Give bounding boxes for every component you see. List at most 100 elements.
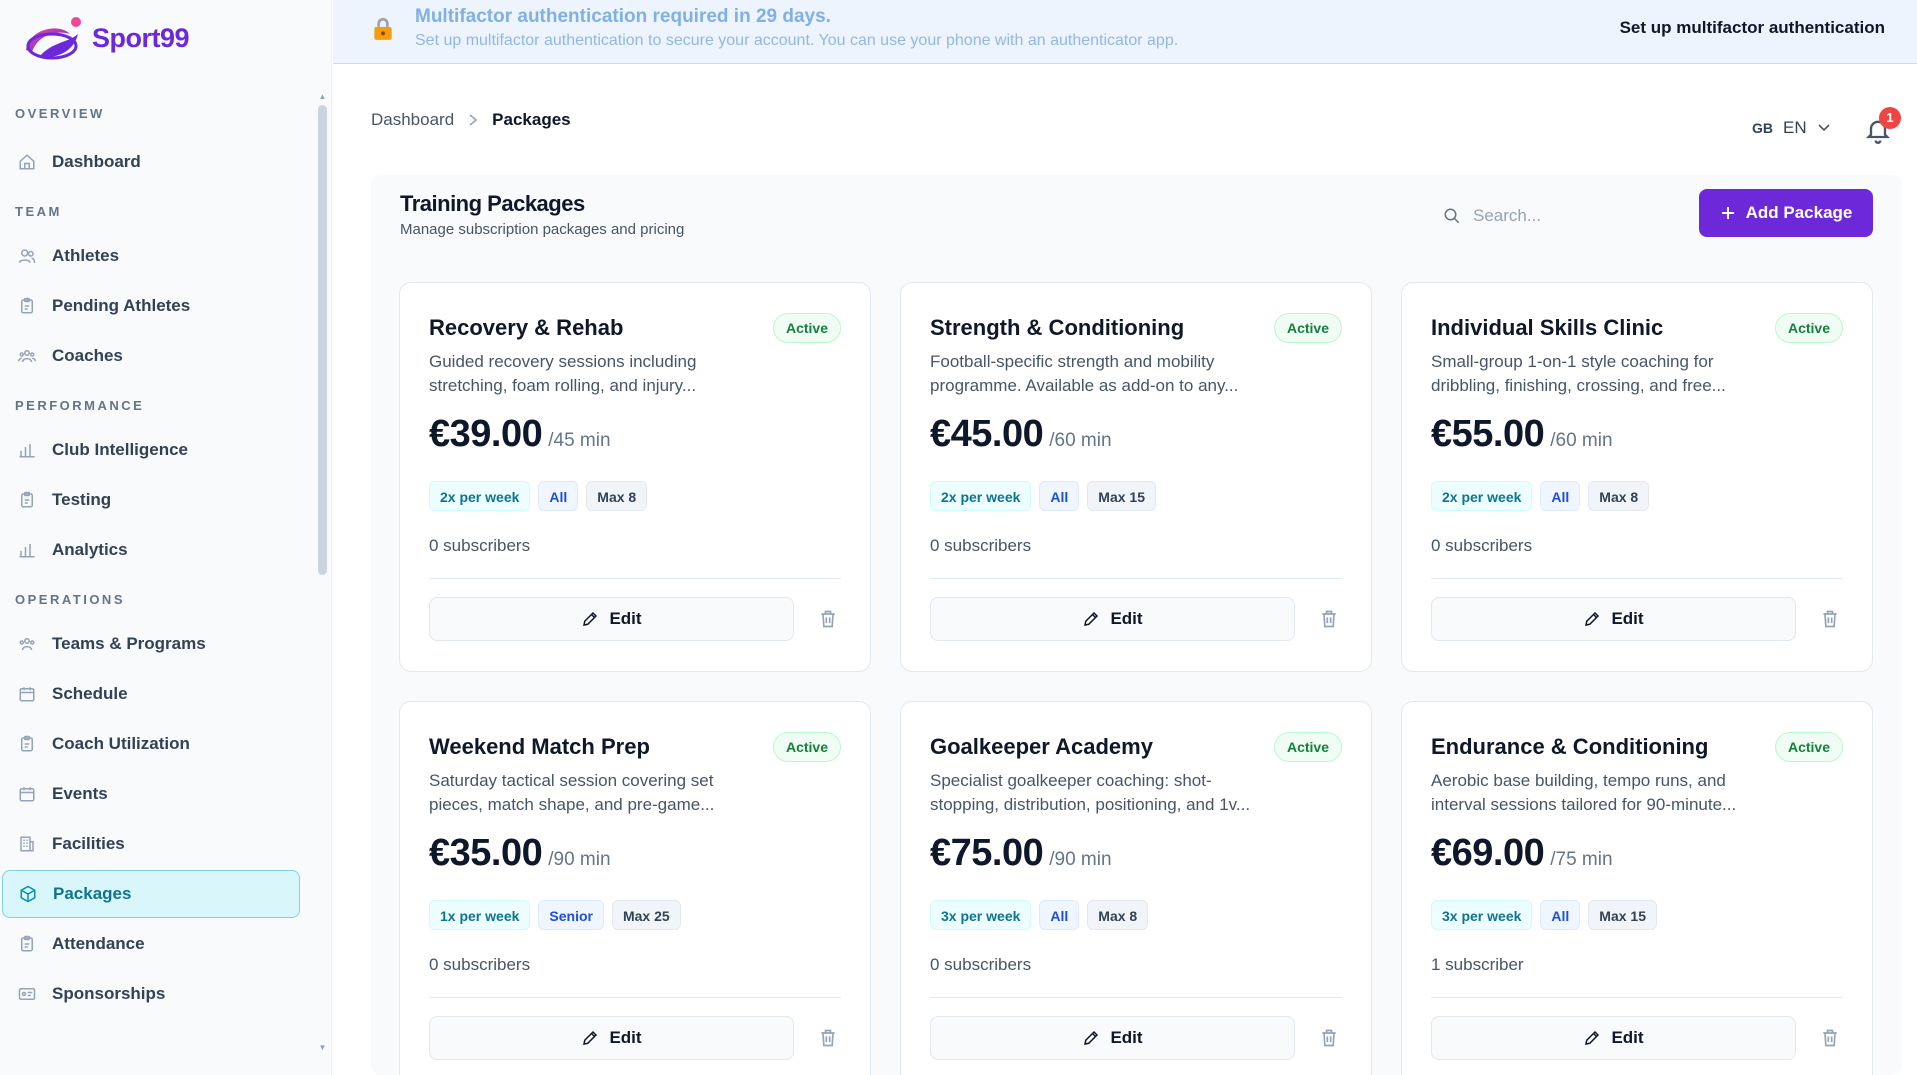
sidebar-item-coaches[interactable]: Coaches [2, 332, 300, 380]
status-badge: Active [772, 732, 841, 762]
sidebar-item-pending-athletes[interactable]: Pending Athletes [2, 282, 300, 330]
search-box [1443, 199, 1663, 233]
status-badge: Active [1774, 313, 1843, 343]
bar-chart-icon [16, 539, 38, 561]
scroll-down-arrow-icon[interactable]: ▼ [318, 1043, 327, 1052]
breadcrumb-dashboard-link[interactable]: Dashboard [371, 110, 454, 130]
level-tag: All [1039, 900, 1080, 930]
subscriber-count: 0 subscribers [429, 536, 531, 555]
level-tag: All [1039, 481, 1080, 511]
package-price: €45.00 /60 min [930, 413, 1112, 456]
card-divider [1431, 578, 1843, 579]
sidebar-item-attendance[interactable]: Attendance [2, 920, 300, 968]
package-name: Goalkeeper Academy [930, 734, 1153, 759]
status-badge: Active [772, 313, 841, 343]
trash-icon[interactable] [818, 609, 838, 629]
trash-icon[interactable] [1820, 609, 1840, 629]
price-amount: €39.00 [429, 413, 543, 455]
sidebar-item-analytics[interactable]: Analytics [2, 526, 300, 574]
mfa-banner: Multifactor authentication required in 2… [333, 0, 1917, 64]
sidebar-item-label: Coach Utilization [52, 734, 190, 753]
sidebar-item-label: Schedule [52, 684, 128, 703]
edit-button[interactable]: Edit [930, 597, 1295, 641]
price-duration: /60 min [1550, 430, 1613, 451]
subscriber-count: 0 subscribers [930, 955, 1032, 974]
package-description: Football-specific strength and mobility … [930, 352, 1239, 395]
language-selector[interactable]: GB EN [1752, 118, 1831, 138]
price-amount: €45.00 [930, 413, 1044, 455]
price-amount: €55.00 [1431, 413, 1545, 455]
status-badge: Active [1273, 732, 1342, 762]
brand-logo[interactable]: Sport99 [18, 12, 190, 64]
clipboard-icon [16, 489, 38, 511]
packages-panel: Training Packages Manage subscription pa… [371, 175, 1902, 1075]
sidebar-item-dashboard[interactable]: Dashboard [2, 138, 300, 186]
add-package-label: Add Package [1745, 203, 1853, 222]
sidebar-item-schedule[interactable]: Schedule [2, 670, 300, 718]
pencil-icon [583, 611, 598, 626]
capacity-tag: Max 15 [1588, 900, 1657, 930]
edit-button[interactable]: Edit [429, 597, 794, 641]
sidebar-item-athletes[interactable]: Athletes [2, 232, 300, 280]
sidebar-item-club-intelligence[interactable]: Club Intelligence [2, 426, 300, 474]
add-package-button[interactable]: Add Package [1699, 189, 1873, 237]
pencil-icon [1084, 611, 1099, 626]
price-duration: /90 min [1049, 849, 1112, 870]
group-icon [16, 633, 38, 655]
level-tag: All [538, 481, 579, 511]
sidebar-item-packages[interactable]: Packages [2, 870, 300, 918]
sidebar-item-coach-utilization[interactable]: Coach Utilization [2, 720, 300, 768]
brand-name: Sport99 [92, 22, 190, 53]
package-description: Guided recovery sessions including stret… [429, 352, 697, 395]
sidebar-item-facilities[interactable]: Facilities [2, 820, 300, 868]
subscriber-count: 0 subscribers [930, 536, 1032, 555]
package-card: Endurance & Conditioning Active Aerobic … [1401, 701, 1873, 1075]
edit-button[interactable]: Edit [1431, 597, 1796, 641]
price-duration: /75 min [1550, 849, 1613, 870]
sidebar-item-label: Testing [52, 490, 112, 509]
search-icon [1444, 208, 1460, 224]
level-tag: All [1540, 900, 1581, 930]
sidebar-scrollbar-thumb[interactable] [318, 105, 327, 575]
capacity-tag: Max 15 [1087, 481, 1156, 511]
level-tag: All [1540, 481, 1581, 511]
package-tags: 3x per week All Max 8 [930, 900, 1149, 930]
edit-button[interactable]: Edit [429, 1016, 794, 1060]
sidebar-item-label: Sponsorships [52, 984, 166, 1003]
trash-icon[interactable] [1319, 1028, 1339, 1048]
edit-label: Edit [1110, 609, 1143, 628]
sidebar-item-teams-programs[interactable]: Teams & Programs [2, 620, 300, 668]
status-badge: Active [1273, 313, 1342, 343]
package-name: Recovery & Rehab [429, 315, 624, 340]
edit-label: Edit [1611, 1028, 1644, 1047]
sidebar-item-testing[interactable]: Testing [2, 476, 300, 524]
trash-icon[interactable] [818, 1028, 838, 1048]
scroll-up-arrow-icon[interactable]: ▲ [318, 92, 327, 101]
package-name: Strength & Conditioning [930, 315, 1185, 340]
nav-section-team: TEAM [15, 204, 62, 219]
notification-count-badge: 1 [1879, 107, 1901, 129]
package-name: Weekend Match Prep [429, 734, 650, 759]
package-icon [17, 883, 39, 905]
capacity-tag: Max 8 [586, 481, 648, 511]
calendar-icon [16, 683, 38, 705]
trash-icon[interactable] [1319, 609, 1339, 629]
edit-button[interactable]: Edit [930, 1016, 1295, 1060]
edit-button[interactable]: Edit [1431, 1016, 1796, 1060]
sidebar-item-label: Analytics [52, 540, 128, 559]
bar-chart-icon [16, 439, 38, 461]
language-code: EN [1783, 118, 1807, 137]
sidebar-item-events[interactable]: Events [2, 770, 300, 818]
package-price: €75.00 /90 min [930, 832, 1112, 875]
sidebar-item-label: Club Intelligence [52, 440, 189, 459]
search-input[interactable] [1473, 206, 1653, 226]
trash-icon[interactable] [1820, 1028, 1840, 1048]
setup-mfa-link[interactable]: Set up multifactor authentication [1620, 18, 1885, 38]
users-icon [16, 245, 38, 267]
edit-label: Edit [609, 1028, 642, 1047]
package-price: €39.00 /45 min [429, 413, 611, 456]
sidebar-item-label: Athletes [52, 246, 120, 265]
breadcrumb: Dashboard Packages [371, 110, 571, 130]
sidebar-item-sponsorships[interactable]: Sponsorships [2, 970, 300, 1018]
package-name: Endurance & Conditioning [1431, 734, 1709, 759]
